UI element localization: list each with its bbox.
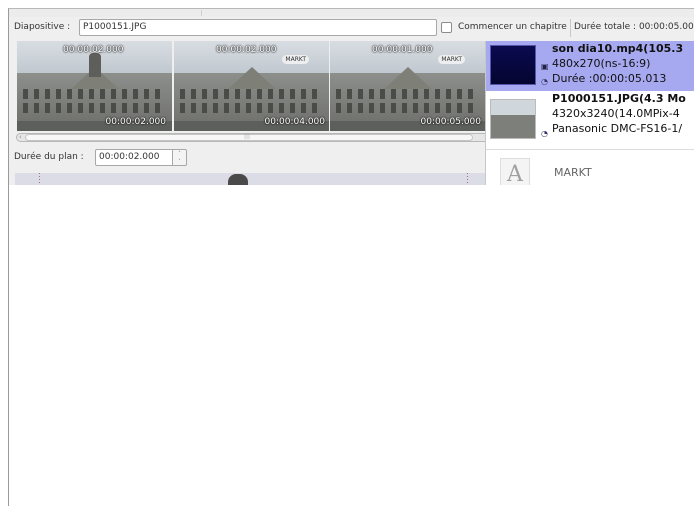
chapter-label[interactable]: Commencer un chapitre: [458, 22, 567, 32]
text-A-icon: A: [500, 158, 530, 185]
slide-thumbnail-1[interactable]: 00:00:02.000 00:00:02.000: [17, 41, 172, 131]
media-resolution: 4320x3240(14.0MPix-4: [552, 107, 680, 120]
media-item-photo[interactable]: ◔ P1000151.JPG(4.3 Mo 4320x3240(14.0MPix…: [486, 91, 694, 147]
scrollbar-handle[interactable]: |||: [25, 133, 473, 141]
slide-thumbnail-3[interactable]: 00:00:01.000 MARKT 00:00:05.000: [330, 41, 485, 131]
thumb-start-time: 00:00:02.000: [216, 45, 277, 55]
app-window: Diapositive : P1000151.JPG Commencer un …: [8, 8, 694, 506]
chapter-checkbox[interactable]: [441, 22, 452, 33]
eye-icon: ◔: [541, 129, 548, 138]
stepper-down[interactable]: ˅: [173, 158, 186, 166]
thumb-text-tag: MARKT: [438, 55, 465, 64]
media-item-video[interactable]: ▣ ◔ son dia10.mp4(105.3 480x270(ns-16:9)…: [486, 41, 694, 91]
media-item-text[interactable]: A MARKT: [486, 149, 694, 185]
scroll-left-arrow[interactable]: ‹: [19, 133, 22, 141]
top-strip: [9, 9, 694, 17]
media-title: son dia10.mp4(105.3: [552, 42, 684, 55]
thumb-end-time: 00:00:02.000: [105, 117, 166, 127]
film-icon: ▣: [541, 62, 549, 71]
media-camera: Panasonic DMC-FS16-1/: [552, 122, 683, 135]
shot-duration-label: Durée du plan :: [14, 152, 84, 162]
thumb-start-time: 00:00:02.000: [63, 45, 124, 55]
media-list[interactable]: ▣ ◔ son dia10.mp4(105.3 480x270(ns-16:9)…: [485, 41, 694, 185]
eye-icon: ◔: [541, 77, 548, 86]
thumb-end-time: 00:00:05.000: [420, 117, 481, 127]
media-title: P1000151.JPG(4.3 Mo: [552, 92, 686, 105]
media-duration: Durée :00:00:05.013: [552, 72, 667, 85]
text-item-label: MARKT: [554, 166, 592, 179]
photo-icon: [490, 99, 536, 139]
slide-name-field[interactable]: P1000151.JPG: [79, 19, 437, 36]
slide-header-row: Diapositive : P1000151.JPG Commencer un …: [9, 19, 694, 39]
shot-duration-field[interactable]: 00:00:02.000: [95, 149, 173, 166]
thumb-text-tag: MARKT: [282, 55, 309, 64]
total-duration: Durée totale : 00:00:05.00: [574, 22, 694, 32]
thumb-end-time: 00:00:04.000: [264, 117, 325, 127]
thumbnail-scrollbar[interactable]: ‹ ||| ›: [16, 133, 490, 142]
slide-editor-panel: Diapositive : P1000151.JPG Commencer un …: [9, 9, 694, 185]
media-resolution: 480x270(ns-16:9): [552, 57, 651, 70]
slide-preview[interactable]: [15, 173, 487, 185]
preview-object: [228, 174, 248, 185]
thumb-start-time: 00:00:01.000: [372, 45, 433, 55]
slide-label: Diapositive :: [14, 22, 71, 32]
divider: [570, 19, 571, 37]
film-icon: [490, 45, 536, 85]
duration-stepper[interactable]: ˄ ˅: [173, 149, 187, 166]
stepper-up[interactable]: ˄: [173, 150, 186, 158]
slide-thumbnail-2[interactable]: 00:00:02.000 MARKT 00:00:04.000: [174, 41, 329, 131]
scrollbar-grip: |||: [244, 133, 251, 140]
